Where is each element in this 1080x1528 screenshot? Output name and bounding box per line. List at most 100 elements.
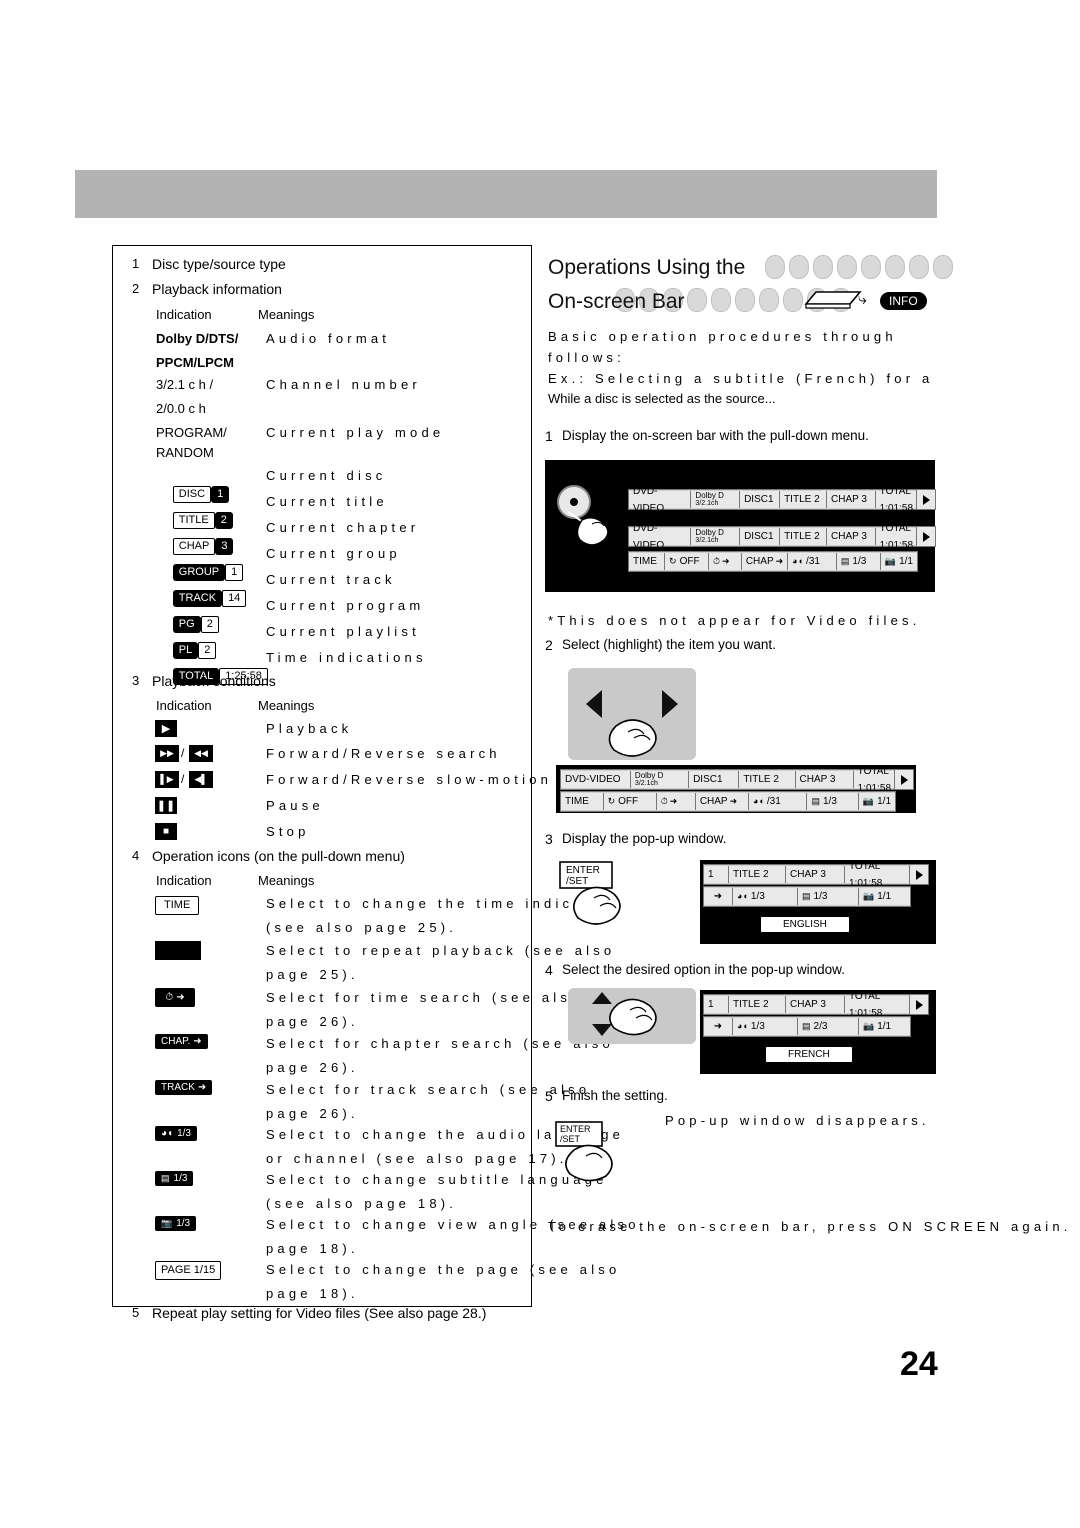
pulldown-subtitle-cell[interactable]: ▤ 1/3 — [836, 553, 881, 570]
table2-row-5-meaning: Stop — [266, 824, 310, 839]
table3-row-7-meaning-2: (see also page 18). — [266, 1196, 458, 1211]
pulldown-audio-total: /31 — [806, 556, 820, 567]
osd-source-cell-2: DVD-VIDEO — [629, 523, 692, 551]
table2-header-indication: Indication — [156, 698, 212, 713]
info-badge: INFO — [880, 292, 927, 310]
slash-1: / — [181, 746, 185, 760]
pulldown2-timesearch[interactable]: ⏱ ➜ — [656, 793, 696, 810]
pulldown-repeat-cell[interactable]: ↻ OFF — [665, 553, 709, 570]
step3-audio-value: 1/3 — [750, 891, 765, 902]
step4-subtitle-cell[interactable]: ▤ 2/3 — [798, 1018, 859, 1035]
table1-row-10-meaning: Current playlist — [266, 624, 420, 639]
list-text-1: Disc type/source type — [152, 256, 286, 272]
table1-row-2-meaning: Channel number — [266, 377, 421, 392]
step4-audio-cell[interactable]: ◕◖ 1/3 — [733, 1018, 798, 1035]
popup-french-label: FRENCH — [765, 1046, 853, 1063]
osd-expand-icon-b[interactable] — [916, 526, 936, 547]
pulldown-chapter-cell[interactable]: CHAP ➜ — [741, 553, 789, 570]
table1-row-7-meaning: Current group — [266, 546, 401, 561]
table3-row-9-meaning-2: page 18). — [266, 1286, 359, 1301]
pulldown2-subtitle[interactable]: ▤ 1/3 — [807, 793, 859, 810]
pulldown2-view-value: 1/1 — [877, 796, 892, 807]
section-title-line1: Operations Using the — [548, 256, 746, 279]
step3-arrow-icon: ➜ — [704, 888, 733, 905]
enter-key-graphic-1[interactable]: ENTER /SET — [556, 858, 636, 946]
pulldown-audio-cell[interactable]: ◕◖/31 — [788, 553, 837, 570]
track-search-icon: TRACK ➜ — [155, 1080, 213, 1095]
list-number-5: 5 — [132, 1305, 140, 1320]
pulldown-timesearch-cell[interactable]: ⏱ ➜ — [708, 553, 742, 570]
osd-chap-cell-2: CHAP 3 — [827, 528, 876, 545]
list-number-3: 3 — [132, 673, 140, 688]
osd-pulldown-row: TIME ↻ OFF ⏱ ➜ CHAP ➜ ◕◖/31 ▤ 1/3 📷 1/1 — [628, 551, 918, 572]
pulldown2-subtitle-value: 1/3 — [823, 796, 837, 807]
fast-forward-icon: ▶▶ — [155, 745, 179, 762]
table1-row-3-meaning: Current play mode — [266, 425, 445, 440]
table3-row-5-meaning: Select for track search (see also — [266, 1082, 591, 1097]
table3-row-2-meaning-2: page 25). — [266, 967, 359, 982]
svg-text:/SET: /SET — [566, 876, 588, 887]
osd-bar-row-a: DVD-VIDEO Dolby D 3/2.1ch DISC1 TITLE 2 … — [628, 486, 918, 514]
table2-row-3-meaning: Forward/Reverse slow-motion — [266, 772, 553, 787]
table1-row-4-meaning: Current disc — [266, 468, 387, 483]
table1-row-3-indication-2: RANDOM — [156, 445, 214, 460]
step-3-text: Display the pop-up window. — [562, 831, 727, 846]
step3-subtitle-value: 1/3 — [813, 891, 828, 902]
subtitle-value: 1/3 — [173, 1173, 188, 1184]
osd-total-cell: TOTAL 1:01:58 — [875, 486, 917, 514]
pulldown-subtitle-value: 1/3 — [852, 556, 867, 567]
table1-row-6-meaning: Current chapter — [266, 520, 420, 535]
step4-arrow-icon: ➜ — [704, 1018, 733, 1035]
pulldown2-chapter-value: CHAP — [699, 796, 728, 807]
badge-track-value: 14 — [222, 590, 247, 608]
osd-step4-bar: 1 TITLE 2 CHAP 3 TOTAL 1:01:58 — [703, 991, 911, 1019]
osd-step3-expand-icon[interactable] — [909, 864, 929, 885]
table3-row-6-meaning-2: or channel (see also page 17). — [266, 1151, 568, 1166]
pulldown2-repeat-value: OFF — [618, 796, 639, 807]
audio-language-value: 1/3 — [177, 1128, 191, 1139]
table2-header-meanings: Meanings — [258, 698, 315, 713]
pulldown2-view[interactable]: 📷 1/1 — [858, 793, 896, 810]
erase-note: To erase the on-screen bar, press ON SCR… — [548, 1219, 1072, 1234]
step3-audio-cell[interactable]: ◕◖ 1/3 — [733, 888, 798, 905]
table2-row-1-meaning: Playback — [266, 721, 353, 736]
icon-time-label: TIME — [155, 896, 200, 915]
step4-view-value: 1/1 — [877, 1021, 892, 1032]
left-right-key-pad[interactable] — [568, 668, 696, 760]
step3-subtitle-cell[interactable]: ▤ 1/3 — [798, 888, 859, 905]
rewind-icon: ◀◀ — [189, 745, 213, 762]
step-1-number: 1 — [545, 428, 553, 444]
step3-view-cell[interactable]: 📷 1/1 — [859, 888, 910, 905]
play-icon: ▶ — [155, 720, 177, 737]
pulldown2-audio[interactable]: ◕◖/31 — [749, 793, 808, 810]
step-4-text: Select the desired option in the pop-up … — [562, 962, 845, 977]
table3-row-8-meaning-2: page 18). — [266, 1241, 359, 1256]
up-down-key-pad[interactable] — [568, 988, 696, 1044]
popup-french[interactable]: FRENCH — [765, 1044, 853, 1063]
osd-step3-bar: 1 TITLE 2 CHAP 3 TOTAL 1:01:58 — [703, 861, 911, 889]
step-1-text: Display the on-screen bar with the pull-… — [562, 428, 869, 443]
osd-step2-expand-icon[interactable] — [894, 769, 914, 790]
popup-english[interactable]: ENGLISH — [760, 914, 850, 933]
osd-expand-icon-a[interactable] — [916, 489, 936, 510]
osd-step3-title: TITLE 2 — [729, 866, 786, 883]
table1-row-9-meaning: Current program — [266, 598, 425, 613]
step-3-number: 3 — [545, 831, 553, 847]
osd-step4-total: TOTAL 1:01:58 — [845, 991, 910, 1019]
enter-key-graphic-2[interactable]: ENTER /SET — [552, 1118, 632, 1192]
title-dots-row1 — [765, 255, 953, 279]
osd-audio-cell-2: Dolby D 3/2.1ch — [691, 528, 741, 545]
osd-step4-expand-icon[interactable] — [909, 994, 929, 1015]
pulldown-chapter-value: CHAP — [745, 556, 774, 567]
pulldown2-chapter[interactable]: CHAP ➜ — [695, 793, 749, 810]
view-angle-value: 1/3 — [176, 1218, 191, 1229]
pulldown2-time[interactable]: TIME — [561, 793, 604, 810]
table2-row-2-meaning: Forward/Reverse search — [266, 746, 501, 761]
pulldown2-repeat[interactable]: ↻ OFF — [603, 793, 657, 810]
step-5-text: Finish the setting. — [562, 1088, 668, 1103]
pulldown-time-cell[interactable]: TIME — [629, 553, 666, 570]
step4-view-cell[interactable]: 📷 1/1 — [859, 1018, 910, 1035]
pulldown-repeat-value: OFF — [679, 556, 700, 567]
pulldown-view-cell[interactable]: 📷 1/1 — [880, 553, 917, 570]
table3-row-3-meaning: Select for time search (see also — [266, 990, 583, 1005]
